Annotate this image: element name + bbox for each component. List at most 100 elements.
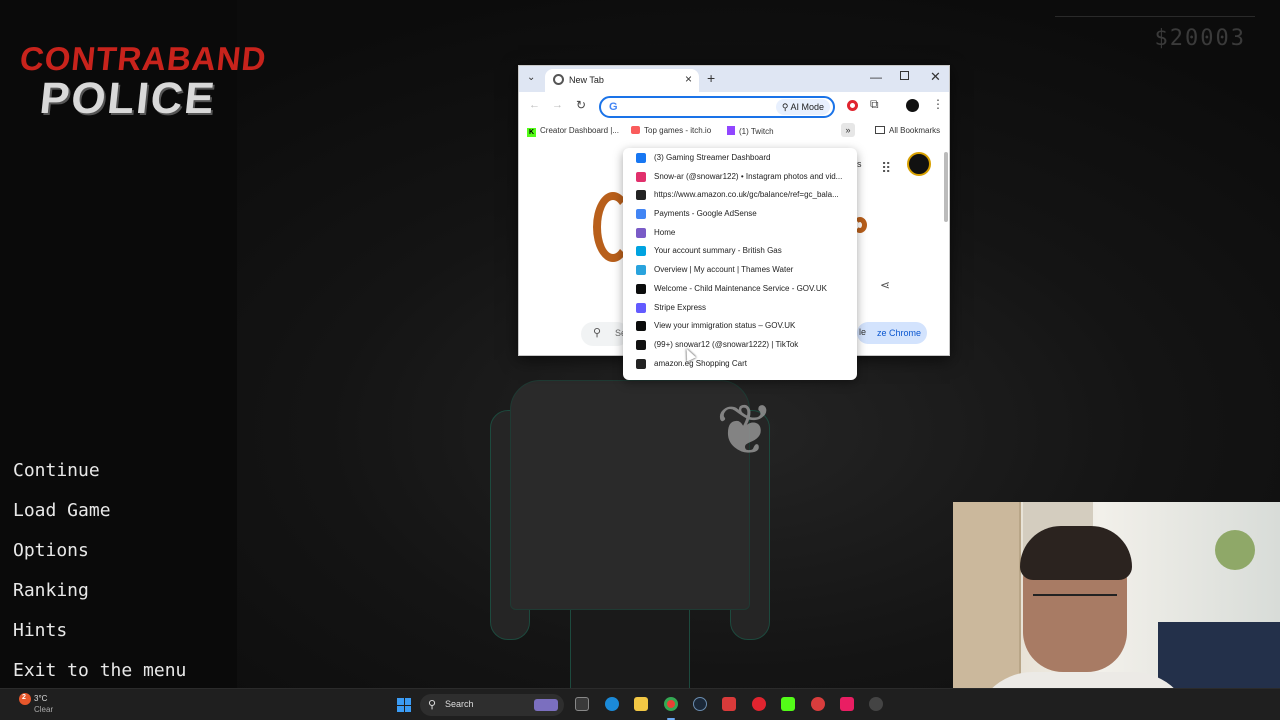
bookmarks-overflow-chevron-icon[interactable]: » <box>841 123 855 137</box>
character-legs <box>570 610 690 690</box>
meta-icon <box>636 153 646 163</box>
ntp-search-box[interactable]: ⚲ Se <box>581 322 629 346</box>
profile-avatar[interactable] <box>906 99 919 112</box>
player-character: ❦ <box>490 380 790 690</box>
task-view-icon[interactable] <box>575 697 589 711</box>
ai-mode-button[interactable]: ⚲ AI Mode <box>775 99 830 115</box>
tiktok-studio-icon[interactable] <box>840 697 854 711</box>
bookmark-menu-item[interactable]: (99+) snowar12 (@snowar1222) | TikTok <box>623 336 857 355</box>
page-scrollbar[interactable] <box>943 144 949 355</box>
taskbar-search[interactable]: ⚲ Search <box>420 694 564 716</box>
bookmark-menu-label: Your account summary - British Gas <box>654 246 782 256</box>
eagle-emblem-icon: ❦ <box>715 391 775 469</box>
bookmarks-bar: K Creator Dashboard |... Top games - itch… <box>519 122 949 142</box>
scrollbar-thumb[interactable] <box>944 152 948 222</box>
govuk-icon <box>636 283 646 294</box>
bookmark-label: Creator Dashboard |... <box>540 126 620 135</box>
weather-temperature: 3°C <box>34 694 48 703</box>
weather-description: Clear <box>34 705 54 714</box>
bookmarks-overflow-menu: (3) Gaming Streamer Dashboard Snow-ar (@s… <box>623 148 857 380</box>
bookmark-creator-dashboard[interactable]: K Creator Dashboard |... <box>527 126 619 137</box>
ntp-profile-avatar[interactable] <box>907 152 931 176</box>
webcam-person-hair <box>1020 526 1132 580</box>
tab-new-tab[interactable]: New Tab × <box>545 69 699 92</box>
close-icon[interactable]: × <box>685 72 692 86</box>
menu-options[interactable]: Options <box>13 540 186 580</box>
opera-gx-icon[interactable] <box>752 697 766 711</box>
bookmark-menu-item[interactable]: Payments - Google AdSense <box>623 205 857 224</box>
file-explorer-icon[interactable] <box>634 697 648 711</box>
all-bookmarks-button[interactable]: All Bookmarks <box>875 126 940 135</box>
google-icon: G <box>609 101 618 113</box>
all-bookmarks-label: All Bookmarks <box>889 126 941 135</box>
game-logo: CONTRABAND POLICE <box>18 40 268 125</box>
menu-load-game[interactable]: Load Game <box>13 500 186 540</box>
kick-icon: K <box>527 128 536 137</box>
bookmark-label: Top games - itch.io <box>644 126 712 135</box>
bookmark-menu-item[interactable]: amazon.eg Shopping Cart <box>623 355 857 374</box>
bookmark-menu-item[interactable]: View your immigration status – GOV.UK <box>623 317 857 336</box>
opera-extension-icon[interactable] <box>847 100 858 111</box>
bookmark-menu-label: View your immigration status – GOV.UK <box>654 321 796 331</box>
taskbar-search-label: Search <box>445 699 474 709</box>
bookmark-menu-item[interactable]: Your account summary - British Gas <box>623 242 857 261</box>
chrome-taskbar-icon[interactable] <box>664 697 678 711</box>
forward-icon[interactable]: → <box>552 99 563 111</box>
bookmark-menu-item[interactable]: Stripe Express <box>623 299 857 318</box>
webcam-glasses <box>1033 594 1117 610</box>
bookmark-label: (1) Twitch <box>739 127 774 136</box>
more-menu-icon[interactable]: ⋮ <box>932 97 944 111</box>
screen: $20003 ❦ CONTRABAND POLICE Continue Load… <box>0 0 1280 720</box>
tiktok-icon <box>636 339 646 350</box>
game-menu-panel: CONTRABAND POLICE Continue Load Game Opt… <box>0 0 268 688</box>
minimize-icon[interactable]: — <box>870 70 882 84</box>
menu-ranking[interactable]: Ranking <box>13 580 186 620</box>
extensions-puzzle-icon[interactable]: ⧉ <box>870 97 879 112</box>
bookmark-menu-label: Home <box>654 227 676 237</box>
reload-icon[interactable]: ↻ <box>576 98 586 112</box>
home-site-icon <box>636 227 646 238</box>
bookmark-itch[interactable]: Top games - itch.io <box>631 126 711 135</box>
menu-continue[interactable]: Continue <box>13 460 186 500</box>
new-tab-icon[interactable]: + <box>707 70 715 86</box>
game-app-icon[interactable] <box>869 697 883 711</box>
bookmark-menu-label: (3) Gaming Streamer Dashboard <box>654 153 771 162</box>
logo-line-2: POLICE <box>37 74 219 123</box>
photos-icon[interactable] <box>722 697 736 711</box>
maximize-icon[interactable] <box>900 71 909 80</box>
tab-search-icon[interactable]: ⌄ <box>527 72 535 83</box>
toolbar: ← → ↻ G ⚲ AI Mode ⧉ ⋮ <box>519 92 949 122</box>
obs-icon[interactable] <box>811 697 825 711</box>
windows-start-icon[interactable] <box>397 698 411 712</box>
bookmark-menu-label: Snow-ar (@snowar122) • Instagram photos … <box>654 171 843 181</box>
customize-chrome-button[interactable]: ze Chrome <box>857 322 927 344</box>
bookmark-menu-item[interactable]: Home <box>623 224 857 243</box>
google-apps-icon[interactable]: ⠿ <box>881 160 891 177</box>
steam-icon[interactable] <box>693 697 707 711</box>
tab-title: New Tab <box>569 75 604 85</box>
bookmark-menu-label: (99+) snowar12 (@snowar1222) | TikTok <box>654 339 799 349</box>
chrome-icon <box>553 74 564 85</box>
bookmark-menu-item[interactable]: Overview | My account | Thames Water <box>623 261 857 280</box>
back-icon[interactable]: ← <box>529 99 540 111</box>
google-icon <box>636 209 646 220</box>
tab-strip: ⌄ New Tab × + — ✕ <box>519 66 949 92</box>
bookmark-menu-label: Overview | My account | Thames Water <box>654 265 794 275</box>
kick-taskbar-icon[interactable] <box>781 697 795 711</box>
bookmark-twitch[interactable]: (1) Twitch <box>727 126 774 136</box>
bookmark-menu-item[interactable]: Welcome - Child Maintenance Service - GO… <box>623 280 857 299</box>
money-counter: $20003 <box>1154 26 1246 51</box>
bookmark-menu-item[interactable]: Snow-ar (@snowar122) • Instagram photos … <box>623 168 857 187</box>
bookmark-menu-item[interactable]: https://www.amazon.co.uk/gc/balance/ref=… <box>623 186 857 205</box>
itch-icon <box>631 126 640 134</box>
bookmark-menu-label: https://www.amazon.co.uk/gc/balance/ref=… <box>654 190 839 200</box>
bookmark-menu-item[interactable]: (3) Gaming Streamer Dashboard <box>623 149 857 168</box>
amazon-icon <box>636 190 646 201</box>
address-bar[interactable]: G ⚲ AI Mode <box>599 96 835 118</box>
thames-icon <box>636 265 646 276</box>
menu-hints[interactable]: Hints <box>13 620 186 660</box>
search-icon: ⚲ <box>428 699 437 711</box>
edge-icon[interactable] <box>605 697 619 711</box>
share-icon[interactable]: ⋖ <box>880 278 890 292</box>
window-close-icon[interactable]: ✕ <box>930 69 941 85</box>
